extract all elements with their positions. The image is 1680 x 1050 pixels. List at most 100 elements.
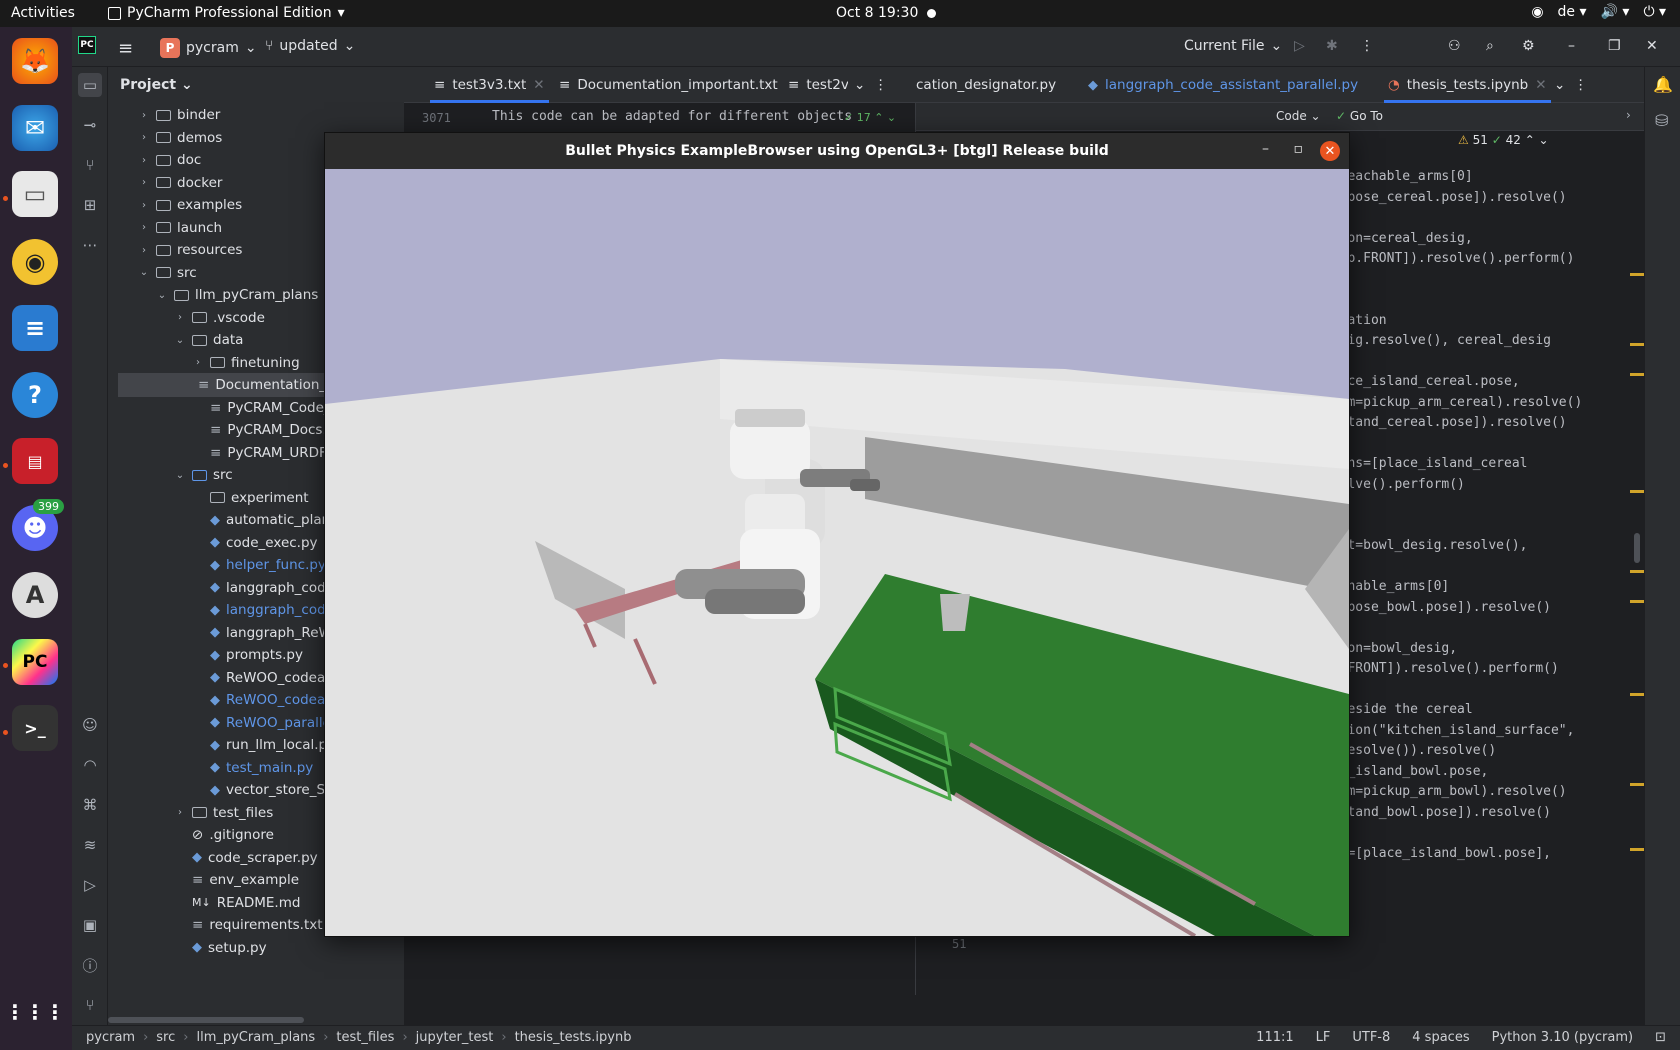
- chevron-right-icon[interactable]: ›: [138, 155, 150, 166]
- tree-item[interactable]: ◆ code_scraper.py: [174, 846, 318, 870]
- chevron-right-icon[interactable]: ›: [174, 807, 186, 818]
- thunderbird-icon[interactable]: ✉: [12, 105, 58, 151]
- sync-icon[interactable]: ◠: [78, 753, 102, 777]
- python-console-icon[interactable]: ⌘: [78, 793, 102, 817]
- chevron-right-icon[interactable]: ›: [138, 222, 150, 233]
- rhythmbox-icon[interactable]: ◉: [12, 239, 58, 285]
- breadcrumb-item[interactable]: llm_pyCram_plans: [196, 1030, 315, 1045]
- clock[interactable]: Oct 8 19:30: [836, 5, 918, 21]
- chevron-right-icon[interactable]: ›: [174, 312, 186, 323]
- bullet-window-titlebar[interactable]: Bullet Physics ExampleBrowser using Open…: [325, 133, 1349, 169]
- tree-item[interactable]: › demos: [138, 126, 222, 150]
- activities-button[interactable]: Activities: [11, 5, 75, 21]
- line-separator[interactable]: LF: [1316, 1030, 1331, 1045]
- files-icon[interactable]: ▭: [12, 171, 58, 217]
- bullet-physics-window[interactable]: Bullet Physics ExampleBrowser using Open…: [324, 132, 1350, 937]
- structure-icon[interactable]: ⊞: [78, 193, 102, 217]
- tree-item[interactable]: › binder: [138, 103, 220, 127]
- keyboard-language[interactable]: de ▾: [1558, 4, 1587, 20]
- breadcrumb-item[interactable]: test_files: [336, 1030, 394, 1045]
- tree-item[interactable]: ◆ prompts.py: [192, 643, 303, 667]
- tree-item[interactable]: › examples: [138, 193, 242, 217]
- tree-item[interactable]: ≡ env_example: [174, 868, 299, 892]
- notebook-code[interactable]: l.reachable_arms[0] up_pose_cereal.pose])…: [1324, 169, 1624, 869]
- discord-icon[interactable]: ☻ 399: [12, 499, 64, 551]
- project-tool-icon[interactable]: ▭: [78, 73, 102, 97]
- terminal-icon[interactable]: >_: [12, 705, 58, 751]
- terminal-red-icon[interactable]: ▤: [12, 438, 58, 484]
- breadcrumb-item[interactable]: src: [156, 1030, 175, 1045]
- chevron-right-icon[interactable]: ›: [138, 110, 150, 121]
- tab-location-designator[interactable]: cation_designator.py: [916, 77, 1056, 93]
- file-encoding[interactable]: UTF-8: [1352, 1030, 1390, 1045]
- run-config-dropdown[interactable]: Current File ⌄: [1184, 38, 1282, 54]
- more-actions-icon[interactable]: ⋮: [1360, 38, 1374, 54]
- firefox-icon[interactable]: 🦊: [12, 38, 58, 84]
- tree-item[interactable]: ◆ code_exec.py: [192, 531, 318, 555]
- chevron-right-icon[interactable]: ›: [138, 132, 150, 143]
- volume-icon[interactable]: 🔊 ▾: [1601, 4, 1630, 20]
- chevron-right-icon[interactable]: ›: [138, 245, 150, 256]
- tree-item[interactable]: ≡ PyCRAM_Docs.txt: [192, 418, 345, 442]
- tree-item[interactable]: › .vscode: [174, 306, 265, 330]
- vertical-scrollbar[interactable]: [1630, 133, 1644, 1013]
- tree-item[interactable]: › resources: [138, 238, 242, 262]
- run-icon[interactable]: ▷: [1294, 38, 1305, 54]
- add-user-icon[interactable]: ⚇: [1448, 38, 1461, 54]
- tree-item[interactable]: ⌄ data: [174, 328, 244, 352]
- tabs-overflow[interactable]: ⌄ ⋮: [854, 77, 887, 93]
- tree-item[interactable]: ≡ requirements.txt: [174, 913, 323, 937]
- goto-button[interactable]: ✓ Go To: [1336, 109, 1383, 123]
- tree-item[interactable]: › docker: [138, 171, 222, 195]
- pycharm-icon[interactable]: PC: [12, 639, 58, 685]
- git-icon[interactable]: ⑂: [78, 993, 102, 1017]
- app-center-icon[interactable]: A: [12, 572, 58, 618]
- tab-test2v3[interactable]: ≡test2v3: [788, 77, 848, 93]
- tab-thesis-tests[interactable]: ◔ thesis_tests.ipynb ✕: [1384, 77, 1551, 103]
- tree-item[interactable]: M↓ README.md: [174, 891, 300, 915]
- system-tray[interactable]: ◉ de ▾ 🔊 ▾ ⏻ ▾: [1531, 4, 1666, 20]
- problems-icon[interactable]: ⓘ: [78, 953, 102, 977]
- writer-icon[interactable]: ≡: [12, 305, 58, 351]
- more-tools-icon[interactable]: ⋯: [78, 233, 102, 257]
- tree-scrollbar[interactable]: [108, 1017, 304, 1023]
- pull-requests-icon[interactable]: ⑂: [78, 153, 102, 177]
- settings-gear-icon[interactable]: ⚙: [1522, 38, 1535, 54]
- inspection-widget[interactable]: ⚠ 51 ✓ 42 ⌃ ⌄: [1458, 133, 1549, 147]
- terminal-tool-icon[interactable]: ▣: [78, 913, 102, 937]
- hamburger-menu-icon[interactable]: ≡: [118, 38, 133, 59]
- layers-icon[interactable]: ≋: [78, 833, 102, 857]
- commit-tool-icon[interactable]: ⊸: [78, 113, 102, 137]
- tree-item[interactable]: ◆ setup.py: [174, 936, 267, 960]
- bullet-maximize-icon[interactable]: ▫: [1294, 141, 1304, 157]
- chevron-right-icon[interactable]: ›: [192, 357, 204, 368]
- tab-documentation[interactable]: ≡ Documentation_important.txt: [559, 77, 778, 93]
- interpreter[interactable]: Python 3.10 (pycram): [1492, 1030, 1633, 1045]
- project-panel-title[interactable]: Project ⌄: [120, 77, 193, 93]
- show-apps-icon[interactable]: ⋮⋮⋮: [5, 989, 65, 1035]
- chevron-down-icon[interactable]: ⌄: [174, 335, 186, 346]
- tree-item[interactable]: › launch: [138, 216, 222, 240]
- breadcrumb-item[interactable]: pycram: [86, 1030, 135, 1045]
- tabs-overflow-right[interactable]: ⌄ ⋮: [1554, 77, 1587, 93]
- tree-item[interactable]: experiment: [192, 486, 309, 510]
- tree-item[interactable]: ⊘ .gitignore: [174, 823, 274, 847]
- tree-item[interactable]: ⌄ llm_pyCram_plans: [156, 283, 319, 307]
- close-icon[interactable]: ✕: [1646, 38, 1658, 54]
- app-menu[interactable]: PyCharm Professional Edition ▾: [108, 5, 345, 21]
- help-icon[interactable]: ?: [12, 372, 58, 418]
- caret-position[interactable]: 111:1: [1256, 1030, 1293, 1045]
- chevron-right-icon[interactable]: ›: [138, 200, 150, 211]
- tree-item[interactable]: › doc: [138, 148, 201, 172]
- tree-item[interactable]: ◆ run_llm_local.py: [192, 733, 335, 757]
- cell-type-dropdown[interactable]: Code ⌄: [1276, 109, 1321, 123]
- chevron-down-icon[interactable]: ⌄: [138, 267, 150, 278]
- tree-item[interactable]: ◆ test_main.py: [192, 756, 313, 780]
- database-icon[interactable]: ⛁: [1655, 111, 1668, 130]
- debug-icon[interactable]: ✱: [1326, 38, 1338, 54]
- power-icon[interactable]: ⏻ ▾: [1643, 4, 1666, 20]
- tree-item[interactable]: ⌄ src: [138, 261, 197, 285]
- chevron-down-icon[interactable]: ⌄: [156, 290, 168, 301]
- minimize-icon[interactable]: –: [1568, 38, 1575, 54]
- maximize-icon[interactable]: ❐: [1608, 38, 1621, 54]
